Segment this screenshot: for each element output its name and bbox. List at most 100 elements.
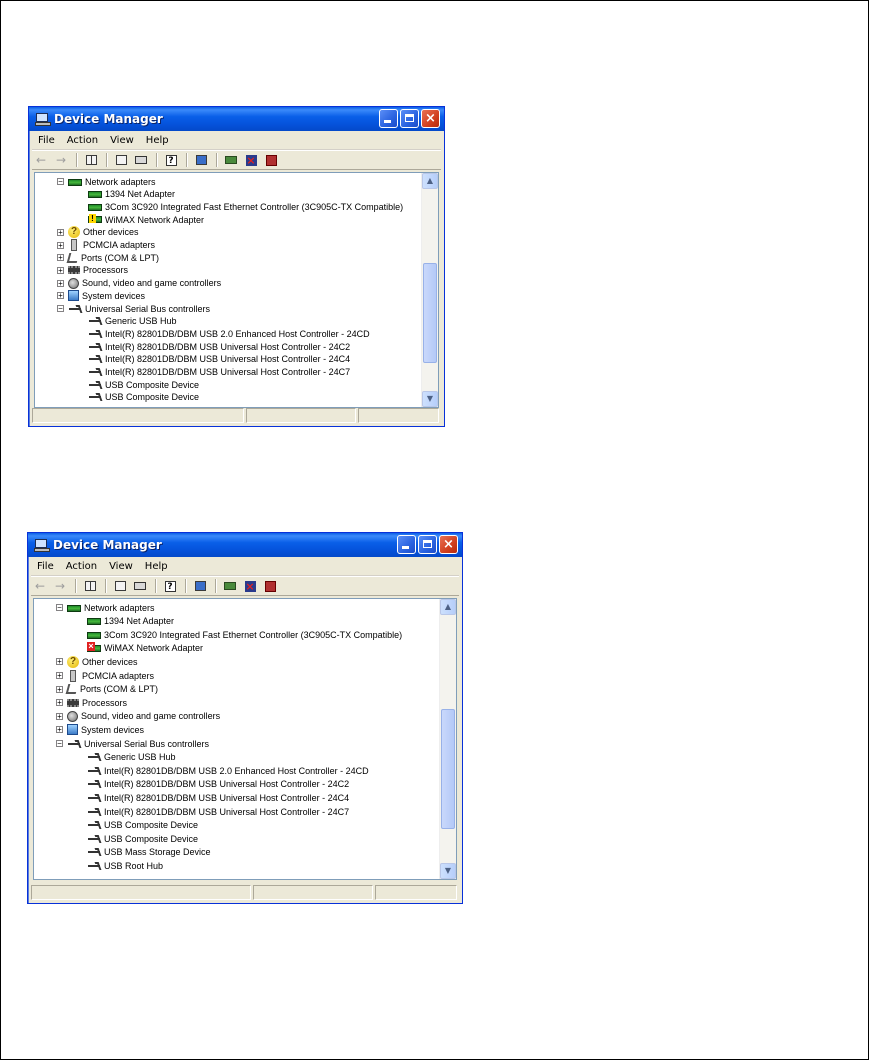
- minimize-button[interactable]: [397, 535, 416, 554]
- tree-item-usb-composite-device[interactable]: USB Composite Device: [87, 819, 198, 832]
- tree-item-intel-r-82801db-dbm-usb-universal-host-controller-24c2[interactable]: Intel(R) 82801DB/DBM USB Universal Host …: [87, 778, 349, 791]
- close-button[interactable]: ×: [421, 109, 440, 128]
- tree-item-universal-serial-bus-controllers[interactable]: − Universal Serial Bus controllers: [57, 302, 210, 315]
- menu-action[interactable]: Action: [61, 135, 104, 146]
- tree-item-pcmcia-adapters[interactable]: + PCMCIA adapters: [56, 669, 154, 682]
- print-icon[interactable]: [131, 578, 149, 594]
- tree-item-generic-usb-hub[interactable]: Generic USB Hub: [87, 751, 176, 764]
- forward-icon[interactable]: →: [52, 152, 70, 168]
- tree-item-1394-net-adapter[interactable]: 1394 Net Adapter: [88, 188, 175, 201]
- tree-item-intel-r-82801db-dbm-usb-universal-host-controller-24c7[interactable]: Intel(R) 82801DB/DBM USB Universal Host …: [88, 366, 350, 379]
- close-button[interactable]: ×: [439, 535, 458, 554]
- menu-help[interactable]: Help: [140, 135, 175, 146]
- properties-icon[interactable]: [112, 152, 130, 168]
- tree-item-pcmcia-adapters[interactable]: + PCMCIA adapters: [57, 239, 155, 252]
- collapse-icon[interactable]: −: [56, 740, 63, 748]
- scroll-up-button[interactable]: ▲: [440, 599, 456, 615]
- tree-item-usb-composite-device[interactable]: USB Composite Device: [88, 391, 199, 404]
- expand-icon[interactable]: +: [57, 266, 64, 274]
- scroll-thumb[interactable]: [423, 263, 437, 363]
- vertical-scrollbar[interactable]: ▲ ▼: [421, 173, 438, 407]
- properties-icon[interactable]: [111, 578, 129, 594]
- tree-item-processors[interactable]: + Processors: [57, 264, 128, 277]
- tree-item-intel-r-82801db-dbm-usb-universal-host-controller-24c4[interactable]: Intel(R) 82801DB/DBM USB Universal Host …: [87, 791, 349, 804]
- menu-help[interactable]: Help: [139, 561, 174, 572]
- tree-item-other-devices[interactable]: +? Other devices: [56, 655, 138, 668]
- tree-item-network-adapters[interactable]: − Network adapters: [56, 601, 155, 614]
- help-icon[interactable]: ?: [162, 152, 180, 168]
- tree-item-system-devices[interactable]: + System devices: [57, 289, 145, 302]
- tree-item-1394-net-adapter[interactable]: 1394 Net Adapter: [87, 615, 174, 628]
- tree-item-universal-serial-bus-controllers[interactable]: − Universal Serial Bus controllers: [56, 737, 209, 750]
- menu-file[interactable]: File: [31, 561, 60, 572]
- minimize-button[interactable]: [379, 109, 398, 128]
- scroll-down-button[interactable]: ▼: [422, 391, 438, 407]
- menu-file[interactable]: File: [32, 135, 61, 146]
- scan-hardware-icon[interactable]: [192, 152, 210, 168]
- collapse-icon[interactable]: −: [57, 178, 64, 186]
- tree-item-wimax-network-adapter[interactable]: WiMAX Network Adapter: [88, 213, 204, 226]
- update-driver-icon[interactable]: [222, 152, 240, 168]
- tree-item-system-devices[interactable]: + System devices: [56, 723, 144, 736]
- scan-hardware-icon[interactable]: [191, 578, 209, 594]
- menu-view[interactable]: View: [103, 561, 139, 572]
- menu-view[interactable]: View: [104, 135, 140, 146]
- expand-icon[interactable]: +: [57, 254, 64, 262]
- tree-item-usb-composite-device[interactable]: USB Composite Device: [87, 832, 198, 845]
- expand-icon[interactable]: +: [56, 685, 63, 693]
- uninstall-icon[interactable]: ×: [241, 578, 259, 594]
- tree-item-other-devices[interactable]: +? Other devices: [57, 226, 139, 239]
- maximize-button[interactable]: [400, 109, 419, 128]
- title-bar[interactable]: Device Manager ×: [28, 533, 462, 557]
- print-icon[interactable]: [132, 152, 150, 168]
- tree-item-usb-composite-device[interactable]: USB Composite Device: [88, 378, 199, 391]
- tree-item-ports-com-lpt[interactable]: + Ports (COM & LPT): [56, 683, 158, 696]
- expand-icon[interactable]: +: [56, 658, 63, 666]
- tree-item-network-adapters[interactable]: − Network adapters: [57, 175, 156, 188]
- scroll-thumb[interactable]: [441, 709, 455, 829]
- forward-icon[interactable]: →: [51, 578, 69, 594]
- vertical-scrollbar[interactable]: ▲ ▼: [439, 599, 456, 879]
- show-hide-tree-icon[interactable]: [81, 578, 99, 594]
- disable-icon[interactable]: [261, 578, 279, 594]
- expand-icon[interactable]: +: [56, 672, 63, 680]
- tree-item-intel-r-82801db-dbm-usb-universal-host-controller-24c4[interactable]: Intel(R) 82801DB/DBM USB Universal Host …: [88, 353, 350, 366]
- tree-item-intel-r-82801db-dbm-usb-2-0-enhanced-host-controller-24cd[interactable]: Intel(R) 82801DB/DBM USB 2.0 Enhanced Ho…: [87, 764, 369, 777]
- tree-item-3com-3c920-integrated-fast-ethernet-controller-3c905c-tx-compatible[interactable]: 3Com 3C920 Integrated Fast Ethernet Cont…: [88, 200, 403, 213]
- tree-item-intel-r-82801db-dbm-usb-2-0-enhanced-host-controller-24cd[interactable]: Intel(R) 82801DB/DBM USB 2.0 Enhanced Ho…: [88, 327, 370, 340]
- tree-item-usb-root-hub[interactable]: USB Root Hub: [87, 859, 163, 872]
- tree-item-sound-video-and-game-controllers[interactable]: + Sound, video and game controllers: [56, 710, 220, 723]
- expand-icon[interactable]: +: [57, 228, 64, 236]
- expand-icon[interactable]: +: [57, 241, 64, 249]
- maximize-button[interactable]: [418, 535, 437, 554]
- device-tree[interactable]: − Network adapters 1394 Net Adapter 3Com 3C…: [34, 172, 439, 408]
- tree-item-generic-usb-hub[interactable]: Generic USB Hub: [88, 315, 177, 328]
- tree-item-3com-3c920-integrated-fast-ethernet-controller-3c905c-tx-compatible[interactable]: 3Com 3C920 Integrated Fast Ethernet Cont…: [87, 628, 402, 641]
- expand-icon[interactable]: +: [57, 279, 64, 287]
- update-driver-icon[interactable]: [221, 578, 239, 594]
- back-icon[interactable]: ←: [32, 152, 50, 168]
- tree-item-intel-r-82801db-dbm-usb-universal-host-controller-24c7[interactable]: Intel(R) 82801DB/DBM USB Universal Host …: [87, 805, 349, 818]
- uninstall-icon[interactable]: ×: [242, 152, 260, 168]
- tree-item-ports-com-lpt[interactable]: + Ports (COM & LPT): [57, 251, 159, 264]
- expand-icon[interactable]: +: [56, 699, 63, 707]
- help-icon[interactable]: ?: [161, 578, 179, 594]
- disable-icon[interactable]: [262, 152, 280, 168]
- menu-action[interactable]: Action: [60, 561, 103, 572]
- back-icon[interactable]: ←: [31, 578, 49, 594]
- expand-icon[interactable]: +: [56, 726, 63, 734]
- show-hide-tree-icon[interactable]: [82, 152, 100, 168]
- collapse-icon[interactable]: −: [56, 604, 63, 612]
- tree-item-intel-r-82801db-dbm-usb-universal-host-controller-24c2[interactable]: Intel(R) 82801DB/DBM USB Universal Host …: [88, 340, 350, 353]
- tree-item-processors[interactable]: + Processors: [56, 696, 127, 709]
- expand-icon[interactable]: +: [57, 292, 64, 300]
- collapse-icon[interactable]: −: [57, 305, 64, 313]
- title-bar[interactable]: Device Manager ×: [29, 107, 444, 131]
- tree-item-usb-mass-storage-device[interactable]: USB Mass Storage Device: [87, 846, 211, 859]
- scroll-up-button[interactable]: ▲: [422, 173, 438, 189]
- scroll-down-button[interactable]: ▼: [440, 863, 456, 879]
- tree-item-sound-video-and-game-controllers[interactable]: + Sound, video and game controllers: [57, 277, 221, 290]
- expand-icon[interactable]: +: [56, 712, 63, 720]
- device-tree[interactable]: − Network adapters 1394 Net Adapter 3Com 3C…: [33, 598, 457, 880]
- tree-item-wimax-network-adapter[interactable]: WiMAX Network Adapter: [87, 641, 203, 655]
